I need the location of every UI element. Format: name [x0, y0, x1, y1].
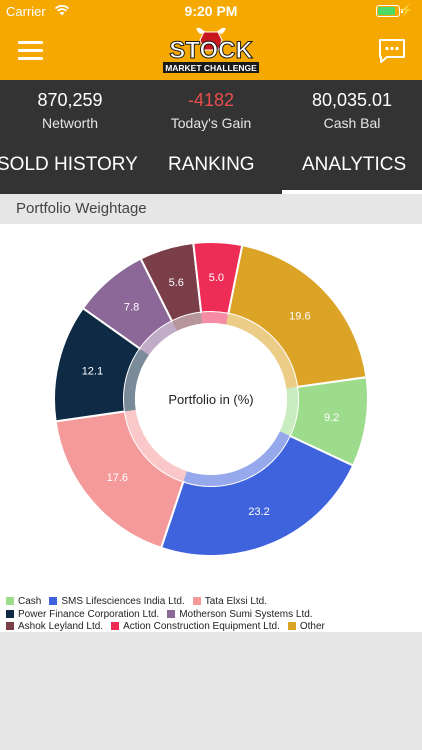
- legend-row: Cash SMS Lifesciences India Ltd. Tata Elxs…: [6, 596, 422, 609]
- tab-bar: SOLD HISTORY RANKING ANALYTICS: [0, 140, 422, 194]
- legend-item[interactable]: Power Finance Corporation Ltd.: [6, 609, 159, 622]
- donut-center-label: Portfolio in (%): [168, 392, 253, 407]
- legend-row: Ashok Leyland Ltd. Action Construction Eq…: [6, 621, 422, 634]
- todays-gain-label: Today's Gain: [170, 115, 252, 131]
- section-title: Portfolio Weightage: [16, 200, 147, 217]
- legend-item[interactable]: Cash: [6, 596, 41, 609]
- legend-swatch: [6, 597, 14, 605]
- tab-analytics[interactable]: ANALYTICS: [302, 154, 406, 176]
- donut-slice-label-2: 23.2: [248, 506, 269, 518]
- logo-text-bottom: MARKET CHALLENGE: [165, 63, 257, 73]
- legend-item[interactable]: SMS Lifesciences India Ltd.: [49, 596, 185, 609]
- legend-item[interactable]: Tata Elxsi Ltd.: [192, 596, 268, 609]
- legend-swatch: [287, 622, 296, 630]
- legend-item[interactable]: Motherson Sumi Systems Ltd.: [167, 608, 313, 622]
- networth-value: 870,259: [37, 90, 103, 110]
- hamburger-menu-icon[interactable]: [18, 39, 43, 61]
- status-bar: Carrier 9:20 PM ⚡: [0, 0, 422, 22]
- portfolio-donut-chart: 9.2 23.2 17.6 12.1 7.8 5.6 5.0 19.6 Portfolio in…: [53, 241, 369, 557]
- legend-label: Other: [299, 621, 325, 632]
- cash-balance-stat: 80,035.01 Cash Bal: [282, 90, 422, 131]
- legend-row: Power Finance Corporation Ltd. Motherson …: [6, 609, 422, 622]
- legend-label: Tata Elxsi Ltd.: [204, 596, 268, 607]
- logo-text-top: STOCK: [169, 37, 253, 64]
- tab-sold-history[interactable]: SOLD HISTORY: [0, 154, 138, 176]
- legend-item[interactable]: Ashok Leyland Ltd.: [6, 621, 103, 634]
- todays-gain-stat: -4182 Today's Gain: [141, 90, 281, 131]
- cash-balance-value: 80,035.01: [311, 90, 393, 110]
- section-header: Portfolio Weightage: [0, 194, 422, 224]
- donut-slice-label-5: 7.8: [124, 301, 139, 313]
- legend-label: Action Construction Equipment Ltd.: [123, 621, 280, 632]
- legend-label: SMS Lifesciences India Ltd.: [61, 596, 185, 607]
- chart-legend: Cash SMS Lifesciences India Ltd. Tata Elxs…: [6, 596, 422, 634]
- legend-swatch: [111, 622, 120, 630]
- cash-balance-label: Cash Bal: [323, 115, 381, 131]
- donut-inner-ring-7: [201, 312, 229, 325]
- donut-slice-label-6: 5.6: [169, 277, 184, 289]
- legend-swatch: [49, 597, 58, 605]
- chat-icon[interactable]: [378, 38, 406, 64]
- legend-label: Motherson Sumi Systems Ltd.: [179, 608, 313, 620]
- portfolio-stats: 870,259 Networth -4182 Today's Gain 80,0…: [0, 80, 422, 140]
- portfolio-weightage-card: 9.2 23.2 17.6 12.1 7.8 5.6 5.0 19.6 Portfolio in…: [0, 224, 422, 632]
- donut-slice-label-7: 5.0: [209, 272, 224, 284]
- todays-gain-value: -4182: [187, 90, 235, 110]
- networth-stat: 870,259 Networth: [0, 90, 140, 131]
- legend-swatch: [6, 609, 14, 618]
- legend-item[interactable]: Other: [287, 621, 325, 634]
- donut-slice-label-1: 9.2: [324, 412, 339, 424]
- clock: 9:20 PM: [184, 3, 238, 19]
- donut-slice-label-8: 19.6: [289, 310, 310, 322]
- app-header: STOCK MARKET CHALLENGE: [0, 22, 422, 80]
- legend-item[interactable]: Action Construction Equipment Ltd.: [111, 621, 280, 634]
- networth-label: Networth: [41, 115, 99, 131]
- legend-label: Ashok Leyland Ltd.: [18, 621, 104, 632]
- legend-swatch: [6, 622, 14, 630]
- battery-icon: [376, 5, 403, 17]
- legend-swatch: [192, 597, 201, 605]
- tab-ranking[interactable]: RANKING: [168, 154, 255, 176]
- stock-market-challenge-logo: STOCK MARKET CHALLENGE: [163, 28, 259, 73]
- legend-swatch: [167, 609, 176, 618]
- charging-icon: ⚡: [399, 3, 414, 17]
- legend-label: Cash: [18, 596, 42, 607]
- legend-label: Power Finance Corporation Ltd.: [18, 608, 160, 620]
- donut-slice-label-4: 12.1: [82, 365, 103, 377]
- donut-slice-label-3: 17.6: [107, 472, 128, 484]
